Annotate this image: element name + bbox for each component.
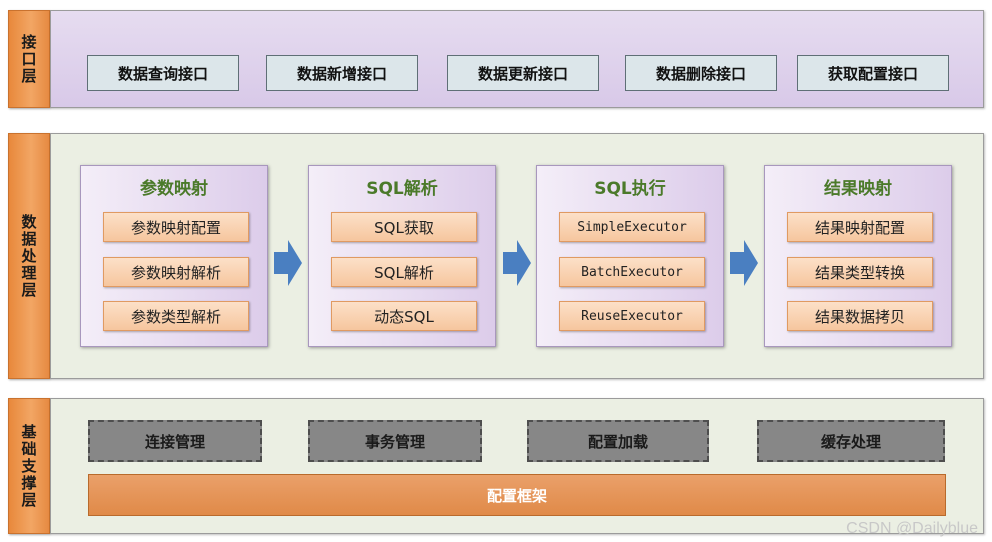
flow-arrow-icon (503, 240, 531, 286)
delete-interface-box: 数据删除接口 (625, 55, 777, 91)
watermark: CSDN @Dailyblue (846, 520, 978, 537)
stage-item: 参数映射解析 (103, 257, 249, 287)
config-framework-bar: 配置框架 (88, 474, 946, 516)
get-config-interface-box: 获取配置接口 (797, 55, 949, 91)
processing-layer-label-text: 数据处理层 (19, 213, 38, 299)
stage-item: 结果类型转换 (787, 257, 933, 287)
stage-item: 参数类型解析 (103, 301, 249, 331)
support-layer-label-text: 基础支撑层 (19, 423, 38, 509)
stage-item: SimpleExecutor (559, 212, 705, 242)
stage-item: SQL获取 (331, 212, 477, 242)
config-loading-box: 配置加载 (527, 420, 709, 462)
stage-item: BatchExecutor (559, 257, 705, 287)
stage-item: SQL解析 (331, 257, 477, 287)
support-layer-label: 基础支撑层 (8, 398, 50, 534)
stage-title: 结果映射 (824, 179, 892, 199)
connection-management-box: 连接管理 (88, 420, 262, 462)
stage-title: SQL执行 (594, 179, 666, 199)
flow-arrow-icon (730, 240, 758, 286)
stage-sql-execution: SQL执行 SimpleExecutor BatchExecutor Reuse… (536, 165, 724, 347)
stage-result-mapping: 结果映射 结果映射配置 结果类型转换 结果数据拷贝 (764, 165, 952, 347)
interface-layer-label: 接口层 (8, 10, 50, 108)
stage-item: 参数映射配置 (103, 212, 249, 242)
stage-item: 结果数据拷贝 (787, 301, 933, 331)
stage-title: 参数映射 (140, 179, 208, 199)
transaction-management-box: 事务管理 (308, 420, 482, 462)
cache-handling-box: 缓存处理 (757, 420, 945, 462)
stage-item: 结果映射配置 (787, 212, 933, 242)
stage-item: ReuseExecutor (559, 301, 705, 331)
insert-interface-box: 数据新增接口 (266, 55, 418, 91)
update-interface-box: 数据更新接口 (447, 55, 599, 91)
stage-sql-parsing: SQL解析 SQL获取 SQL解析 动态SQL (308, 165, 496, 347)
stage-param-mapping: 参数映射 参数映射配置 参数映射解析 参数类型解析 (80, 165, 268, 347)
stage-item: 动态SQL (331, 301, 477, 331)
processing-layer-label: 数据处理层 (8, 133, 50, 379)
stage-title: SQL解析 (366, 179, 438, 199)
interface-layer-label-text: 接口层 (19, 33, 38, 85)
interface-layer-panel: 数据查询接口 数据新增接口 数据更新接口 数据删除接口 获取配置接口 (50, 10, 984, 108)
flow-arrow-icon (274, 240, 302, 286)
query-interface-box: 数据查询接口 (87, 55, 239, 91)
